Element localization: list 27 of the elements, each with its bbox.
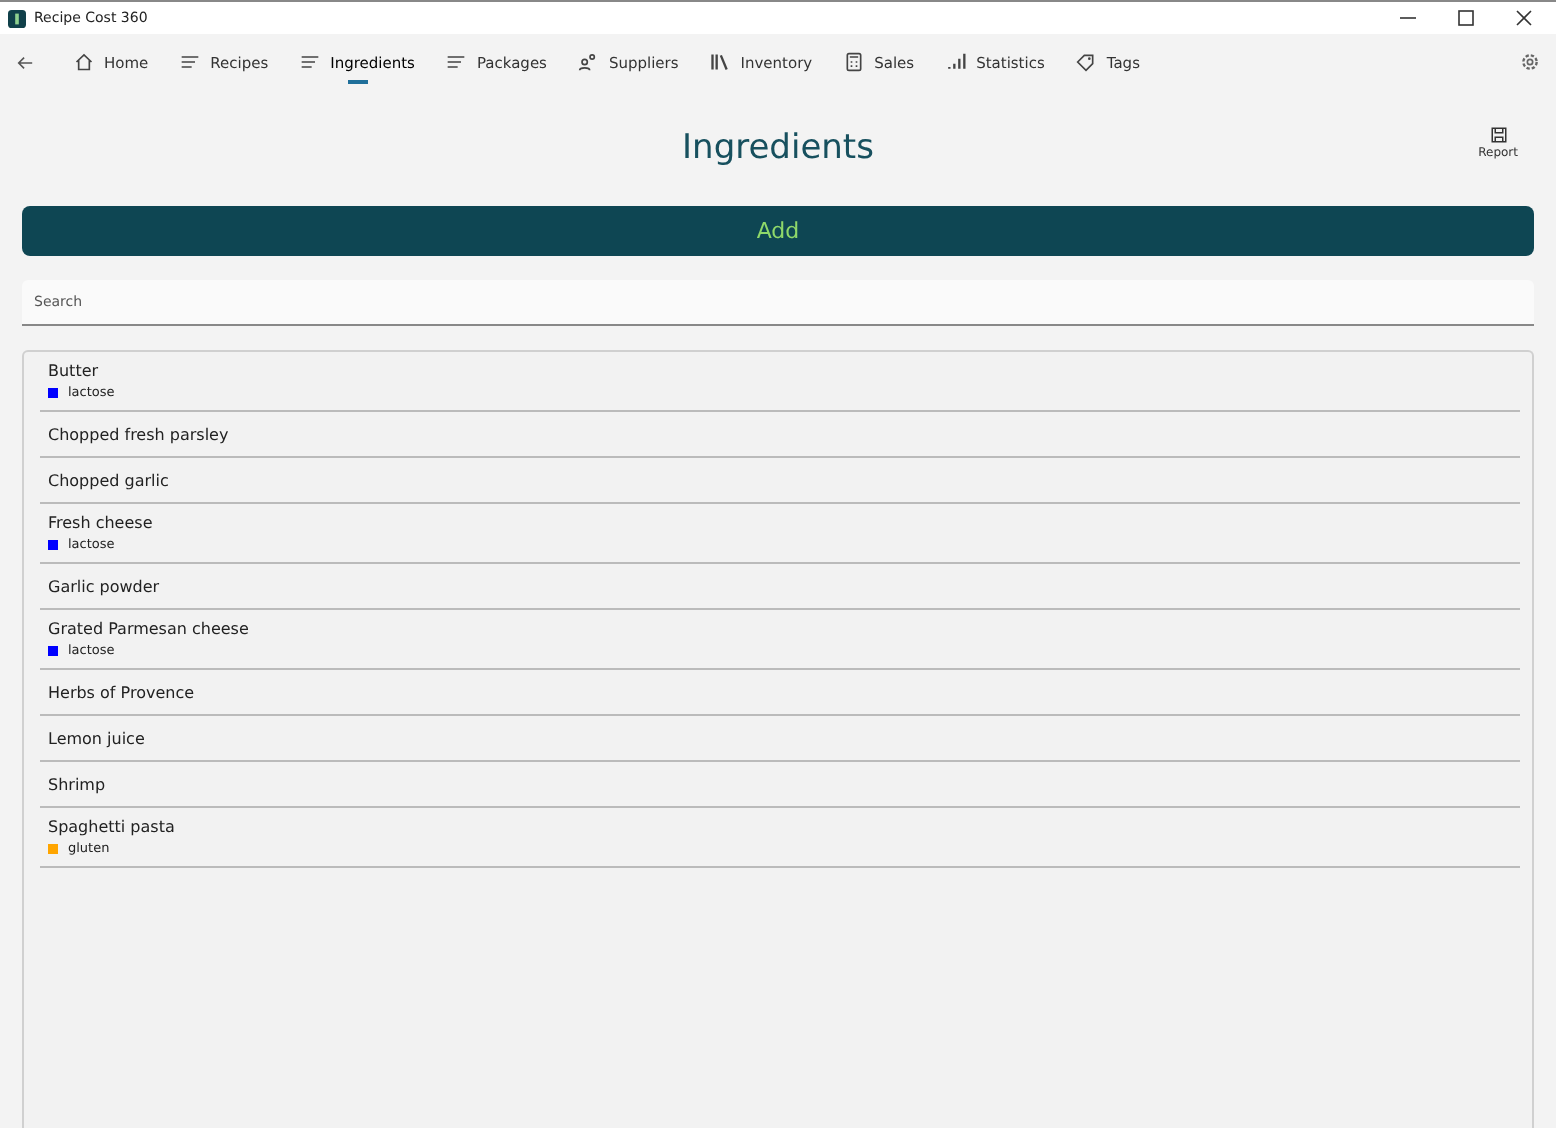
ingredient-name[interactable]: Garlic powder <box>48 576 1512 598</box>
ingredient-name[interactable]: Fresh cheese <box>48 512 1512 534</box>
ingredient-name[interactable]: Lemon juice <box>48 728 1512 750</box>
ingredient-name[interactable]: Butter <box>48 360 1512 382</box>
list-icon <box>180 52 201 72</box>
ingredient-name[interactable]: Grated Parmesan cheese <box>48 618 1512 640</box>
ingredient-name[interactable]: Herbs of Provence <box>48 682 1512 704</box>
page-title: Ingredients <box>682 128 874 168</box>
ingredient-name[interactable]: Spaghetti pasta <box>48 816 1512 838</box>
back-arrow-icon[interactable] <box>16 53 34 71</box>
settings-icon[interactable] <box>1520 52 1540 72</box>
bar-chart-icon <box>946 52 967 72</box>
add-button[interactable]: Add <box>22 206 1534 256</box>
app-logo-icon <box>8 9 26 27</box>
books-icon <box>710 52 731 72</box>
save-icon <box>1489 126 1508 144</box>
list-icon <box>300 52 321 72</box>
ingredient-name[interactable]: Shrimp <box>48 774 1512 796</box>
maximize-icon[interactable] <box>1456 8 1476 28</box>
ingredient-name[interactable]: Chopped garlic <box>48 470 1512 492</box>
people-icon <box>578 52 599 72</box>
ingredient-name[interactable]: Chopped fresh parsley <box>48 424 1512 446</box>
list-icon <box>446 52 467 72</box>
close-icon[interactable] <box>1514 8 1534 28</box>
home-icon <box>74 52 94 72</box>
tag-icon <box>1076 52 1097 72</box>
calculator-icon <box>844 52 865 72</box>
